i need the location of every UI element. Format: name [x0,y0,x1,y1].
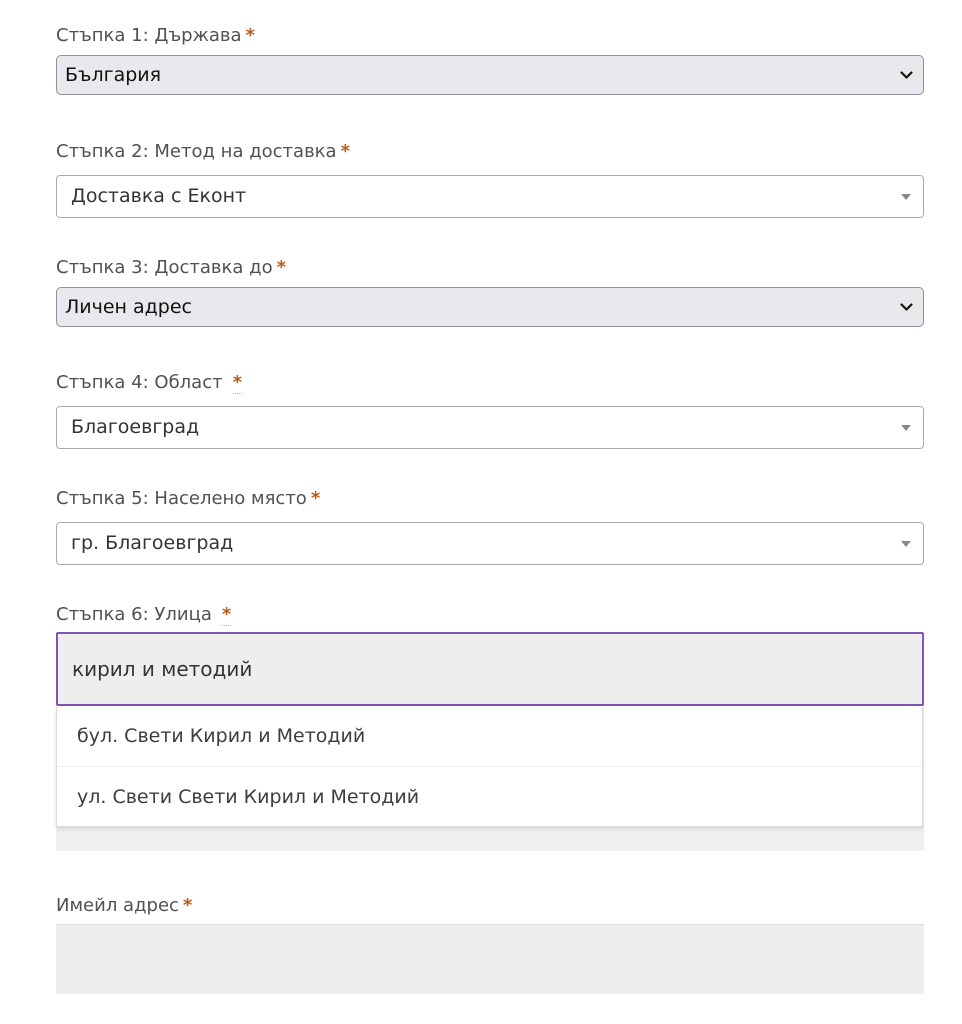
field-email: Имейл адрес * [56,894,924,994]
region-select[interactable]: Благоевград [56,406,924,449]
required-mark: * [276,257,287,278]
chevron-down-icon [899,288,913,326]
street-suggestion-option[interactable]: ул. Свети Свети Кирил и Методий [57,766,922,826]
street-suggestion-option[interactable]: бул. Свети Кирил и Методий [57,706,922,766]
field-city: Стъпка 5: Населено място * гр. Благоевгра… [56,487,924,565]
required-mark: * [182,895,193,916]
street-suggestions-dropdown: бул. Свети Кирил и Методий ул. Свети Све… [56,706,923,827]
field-street: Стъпка 6: Улица * кирил и методий [56,603,924,851]
deliver-to-label: Стъпка 3: Доставка до * [56,257,287,278]
street-search-input[interactable]: кирил и методий [56,632,924,706]
street-label: Стъпка 6: Улица * [56,604,232,626]
field-deliver-to: Стъпка 3: Доставка до * Личен адрес [56,256,924,327]
delivery-method-label: Стъпка 2: Метод на доставка * [56,141,350,162]
country-select-value: България [65,64,162,86]
region-label: Стъпка 4: Област * [56,372,243,394]
email-input[interactable] [56,924,924,994]
street-search-query: кирил и методий [72,657,253,681]
required-mark: * [245,25,255,46]
triangle-down-icon [901,541,911,547]
city-label: Стъпка 5: Населено място * [56,488,321,509]
field-delivery-method: Стъпка 2: Метод на доставка * Доставка с … [56,140,924,218]
checkout-shipping-form: Стъпка 1: Държава * България Стъпка 2: Ме… [0,0,962,1024]
email-label: Имейл адрес * [56,895,193,916]
field-region: Стъпка 4: Област * Благоевград [56,371,924,449]
country-label: Стъпка 1: Държава * [56,25,255,46]
deliver-to-select[interactable]: Личен адрес [56,287,924,327]
city-select[interactable]: гр. Благоевград [56,522,924,565]
triangle-down-icon [901,194,911,200]
chevron-down-icon [899,56,913,94]
city-value: гр. Благоевград [71,532,234,554]
required-mark: * [221,604,232,626]
required-mark: * [310,488,321,509]
field-country: Стъпка 1: Държава * България [56,24,924,95]
delivery-method-select[interactable]: Доставка с Еконт [56,175,924,218]
required-mark: * [340,141,350,162]
triangle-down-icon [901,425,911,431]
delivery-method-value: Доставка с Еконт [71,185,247,207]
region-value: Благоевград [71,416,200,438]
country-select[interactable]: България [56,55,924,95]
required-mark: * [232,372,243,394]
deliver-to-value: Личен адрес [65,296,192,318]
